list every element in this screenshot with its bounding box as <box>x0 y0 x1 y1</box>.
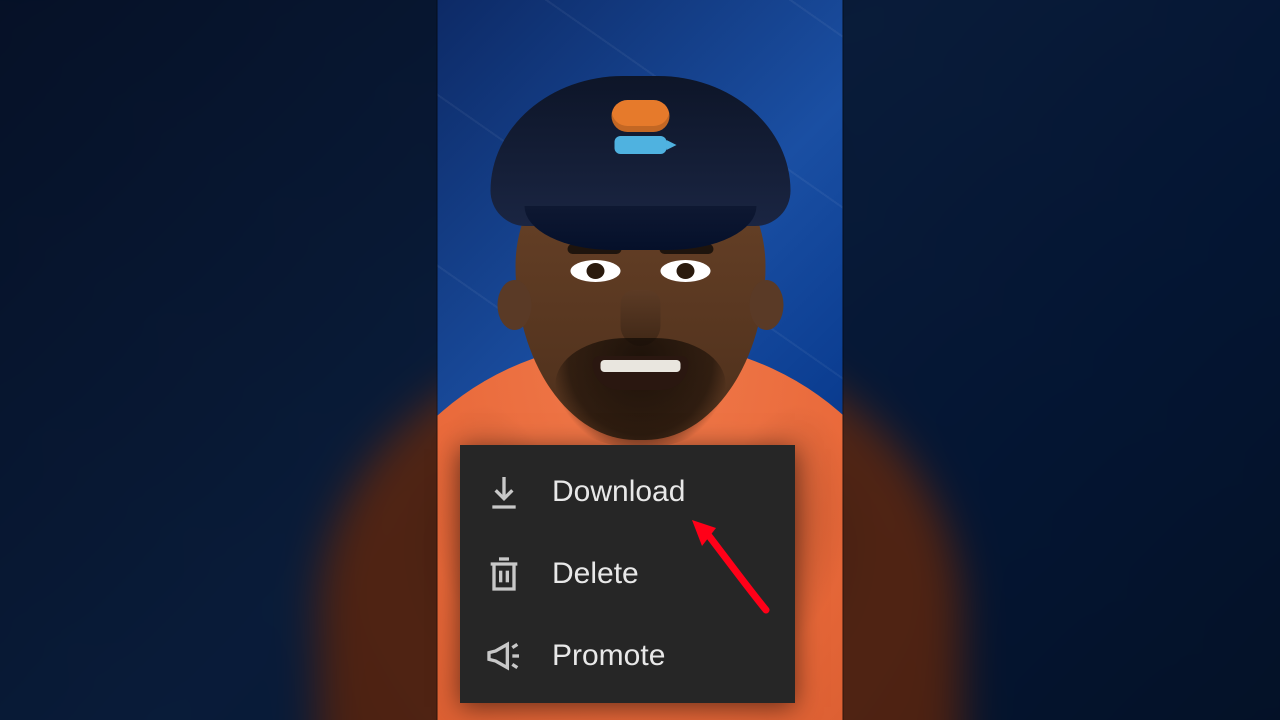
menu-item-label: Download <box>552 475 685 509</box>
delete-icon <box>482 552 526 596</box>
video-options-menu: Download Delete Promote <box>460 445 795 703</box>
menu-item-label: Delete <box>552 557 639 591</box>
cap-logo-icon <box>607 100 673 152</box>
download-icon <box>482 470 526 514</box>
menu-item-delete[interactable]: Delete <box>460 533 795 615</box>
video-frame: Download Delete Promote <box>0 0 1280 720</box>
menu-item-promote[interactable]: Promote <box>460 615 795 697</box>
menu-item-label: Promote <box>552 639 665 673</box>
promote-icon <box>482 634 526 678</box>
menu-item-download[interactable]: Download <box>460 451 795 533</box>
